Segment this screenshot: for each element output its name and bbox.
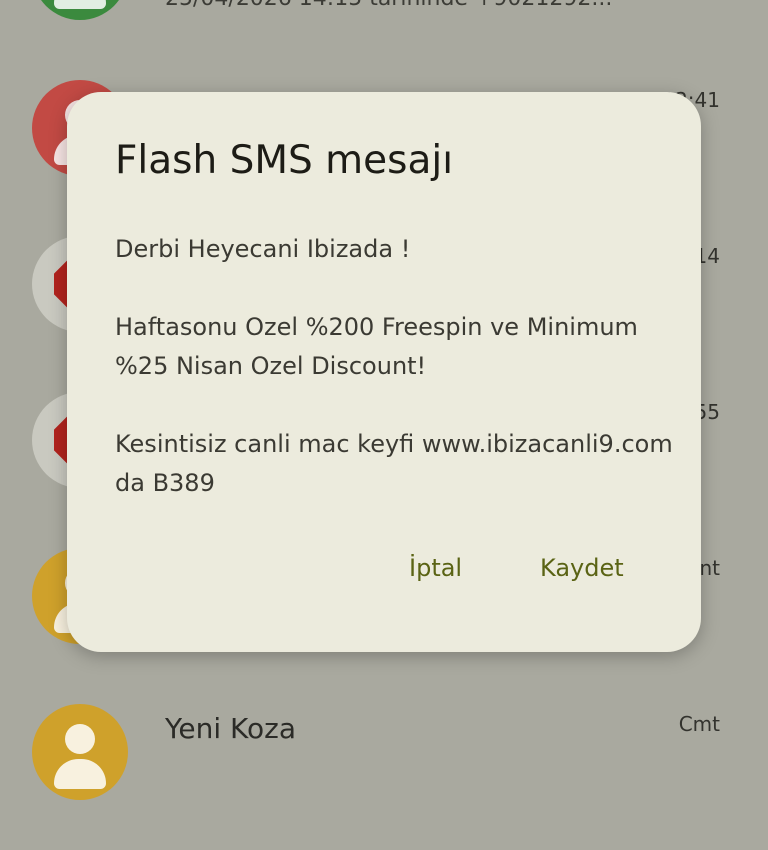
cancel-button[interactable]: İptal — [409, 554, 462, 582]
flash-sms-dialog: Flash SMS mesajı Derbi Heyecani Ibizada … — [67, 92, 701, 652]
dialog-message: Derbi Heyecani Ibizada ! Haftasonu Ozel … — [115, 230, 675, 503]
message-line: Kesintisiz canli mac keyfi www.ibizacanl… — [115, 430, 673, 497]
message-line: Derbi Heyecani Ibizada ! — [115, 235, 411, 263]
message-line: Haftasonu Ozel %200 Freespin ve Minimum … — [115, 313, 638, 380]
save-button[interactable]: Kaydet — [540, 554, 624, 582]
dialog-title: Flash SMS mesajı — [115, 138, 454, 183]
